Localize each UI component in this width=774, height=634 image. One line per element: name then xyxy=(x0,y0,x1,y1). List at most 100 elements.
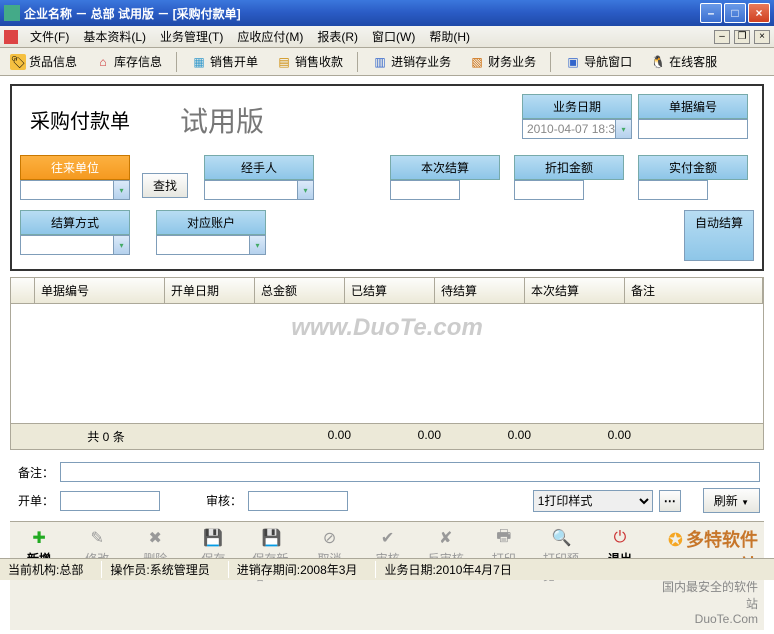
mdi-close[interactable]: × xyxy=(754,30,770,44)
tag-icon: 🏷 xyxy=(10,54,26,70)
col-remark[interactable]: 备注 xyxy=(625,278,763,303)
list-icon: ▥ xyxy=(372,54,388,70)
tool-sales-order[interactable]: ▦销售开单 xyxy=(187,51,262,72)
house-icon: ⌂ xyxy=(95,54,111,70)
discount-label: 折扣金额 xyxy=(514,155,624,180)
menu-file[interactable]: 文件(F) xyxy=(24,26,75,47)
form-panel: 采购付款单 试用版 业务日期 2010-04-07 18:33 ▾ 单据编号 xyxy=(10,84,764,271)
menu-basic[interactable]: 基本资料(L) xyxy=(77,26,152,47)
save-icon: 💾 xyxy=(203,528,223,548)
tool-stock[interactable]: ⌂库存信息 xyxy=(91,51,166,72)
money-icon: ▤ xyxy=(276,54,292,70)
statusbar: 当前机构:总部 操作员:系统管理员 进销存期间:2008年3月 业务日期:201… xyxy=(0,558,774,580)
workarea: 采购付款单 试用版 业务日期 2010-04-07 18:33 ▾ 单据编号 xyxy=(0,76,774,634)
print-style-browse[interactable]: ⋯ xyxy=(659,490,681,512)
edit-icon: ✎ xyxy=(87,528,107,548)
creator-label: 开单： xyxy=(14,492,54,509)
preview-icon: 🔍 xyxy=(552,528,572,548)
trial-watermark: 试用版 xyxy=(180,100,264,140)
delete-icon: ✖ xyxy=(145,528,165,548)
cancel-icon: ⊘ xyxy=(320,528,340,548)
divider xyxy=(176,52,177,72)
mdi-minimize[interactable]: – xyxy=(714,30,730,44)
print-style-select[interactable]: 1打印样式 xyxy=(533,490,653,512)
chevron-down-icon: ▼ xyxy=(741,498,749,507)
toolbar: 🏷货品信息 ⌂库存信息 ▦销售开单 ▤销售收款 ▥进销存业务 ▧财务业务 ▣导航… xyxy=(0,48,774,76)
qq-icon: 🐧 xyxy=(650,54,666,70)
tool-goods[interactable]: 🏷货品信息 xyxy=(6,51,81,72)
dropdown-icon[interactable]: ▾ xyxy=(113,181,129,199)
tool-nav[interactable]: ▣导航窗口 xyxy=(561,51,636,72)
doc-no-label: 单据编号 xyxy=(638,94,748,119)
remark-label: 备注： xyxy=(14,464,54,481)
nav-icon: ▣ xyxy=(565,54,581,70)
uncheck-icon: ✘ xyxy=(436,528,456,548)
watermark: www.DuoTe.com xyxy=(291,314,483,342)
close-button[interactable]: × xyxy=(748,3,770,23)
mdi-restore[interactable]: ❐ xyxy=(734,30,750,44)
col-this-time[interactable]: 本次结算 xyxy=(525,278,625,303)
row-selector xyxy=(11,278,35,303)
handler-input[interactable]: ▾ xyxy=(204,180,314,200)
menu-help[interactable]: 帮助(H) xyxy=(423,26,476,47)
remarks-row: 备注： xyxy=(10,462,764,482)
finance-icon: ▧ xyxy=(469,54,485,70)
plus-icon: ✚ xyxy=(29,528,49,548)
app-icon xyxy=(4,5,20,21)
vendor-label: 往来单位 xyxy=(20,155,130,180)
doc-icon: ▦ xyxy=(191,54,207,70)
dropdown-icon[interactable]: ▾ xyxy=(615,120,631,138)
check-icon: ✔ xyxy=(378,528,398,548)
dropdown-icon[interactable]: ▾ xyxy=(113,236,129,254)
dropdown-icon[interactable]: ▾ xyxy=(249,236,265,254)
col-pending[interactable]: 待结算 xyxy=(435,278,525,303)
pay-amount-label: 实付金额 xyxy=(638,155,748,180)
menu-business[interactable]: 业务管理(T) xyxy=(154,26,229,47)
doc-title: 采购付款单 xyxy=(30,105,130,134)
col-total[interactable]: 总金额 xyxy=(255,278,345,303)
titlebar: 企业名称 － 总部 试用版 － [采购付款单] – □ × xyxy=(0,0,774,26)
menubar: 文件(F) 基本资料(L) 业务管理(T) 应收应付(M) 报表(R) 窗口(W… xyxy=(0,26,774,48)
tool-sales-receipt[interactable]: ▤销售收款 xyxy=(272,51,347,72)
mdi-icon xyxy=(4,30,18,44)
settle-this-input[interactable] xyxy=(390,180,460,200)
auto-settle-button[interactable]: 自动结算 xyxy=(684,210,754,261)
grid-header: 单据编号 开单日期 总金额 已结算 待结算 本次结算 备注 xyxy=(10,277,764,304)
settle-method-label: 结算方式 xyxy=(20,210,130,235)
account-label: 对应账户 xyxy=(156,210,266,235)
tool-cs[interactable]: 🐧在线客服 xyxy=(646,51,721,72)
col-settled[interactable]: 已结算 xyxy=(345,278,435,303)
menu-receivable[interactable]: 应收应付(M) xyxy=(231,26,309,47)
dropdown-icon[interactable]: ▾ xyxy=(297,181,313,199)
menu-window[interactable]: 窗口(W) xyxy=(366,26,421,47)
menu-report[interactable]: 报表(R) xyxy=(311,26,364,47)
tool-finance[interactable]: ▧财务业务 xyxy=(465,51,540,72)
discount-input[interactable] xyxy=(514,180,584,200)
tool-jxc[interactable]: ▥进销存业务 xyxy=(368,51,455,72)
biz-date-input[interactable]: 2010-04-07 18:33 ▾ xyxy=(522,119,632,139)
settle-method-input[interactable]: ▾ xyxy=(20,235,130,255)
grid: 单据编号 开单日期 总金额 已结算 待结算 本次结算 备注 www.DuoTe.… xyxy=(10,277,764,450)
vendor-input[interactable]: ▾ xyxy=(20,180,130,200)
maximize-button[interactable]: □ xyxy=(724,3,746,23)
col-doc-no[interactable]: 单据编号 xyxy=(35,278,165,303)
print-icon: 🖶 xyxy=(494,528,514,548)
audit-field xyxy=(248,491,348,511)
grid-footer: 共 0 条 0.00 0.00 0.00 0.00 xyxy=(10,424,764,450)
bottom-row: 开单： 审核： 1打印样式 ⋯ 刷新 ▼ xyxy=(10,488,764,513)
settle-this-label: 本次结算 xyxy=(390,155,500,180)
grid-body[interactable]: www.DuoTe.com xyxy=(10,304,764,424)
account-input[interactable]: ▾ xyxy=(156,235,266,255)
creator-field xyxy=(60,491,160,511)
lookup-button[interactable]: 查找 xyxy=(142,173,188,198)
exit-icon: ⏻ xyxy=(610,528,630,548)
remark-input[interactable] xyxy=(60,462,760,482)
col-date[interactable]: 开单日期 xyxy=(165,278,255,303)
save-add-icon: 💾 xyxy=(261,528,281,548)
doc-no-input[interactable] xyxy=(638,119,748,139)
pay-amount-input[interactable] xyxy=(638,180,708,200)
minimize-button[interactable]: – xyxy=(700,3,722,23)
divider xyxy=(550,52,551,72)
refresh-button[interactable]: 刷新 ▼ xyxy=(703,488,760,513)
window-title: 企业名称 － 总部 试用版 － [采购付款单] xyxy=(24,5,700,22)
